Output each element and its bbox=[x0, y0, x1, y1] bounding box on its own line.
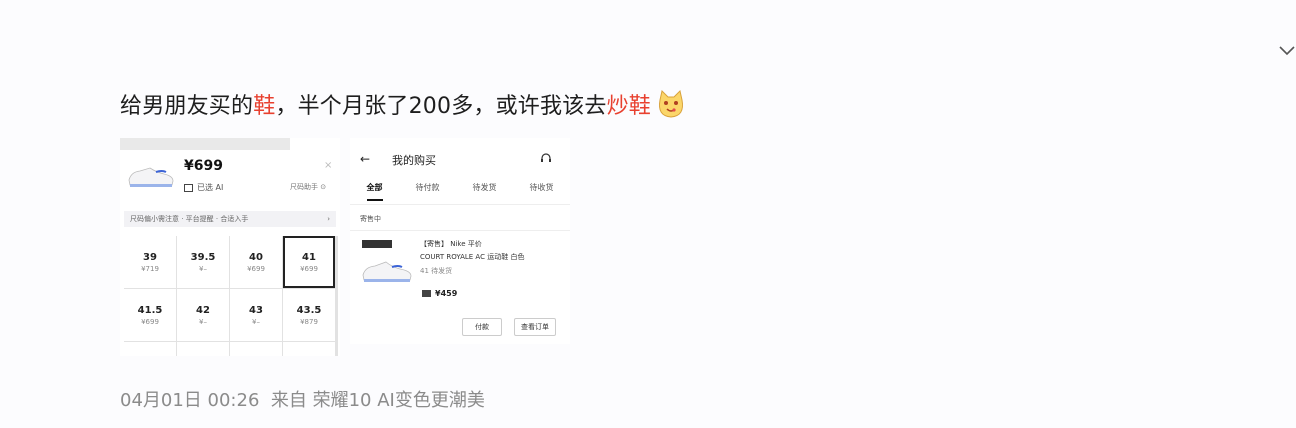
size-selector-screenshot[interactable]: ¥699 × 已选 AI 尺码助手 ⊙ 尺码偏小需注意 · 平台提醒 · 合适入… bbox=[120, 138, 340, 356]
size-icon bbox=[184, 183, 193, 192]
size-price: ¥– bbox=[252, 317, 260, 326]
divider bbox=[350, 230, 570, 231]
size-notice-text: 尺码偏小需注意 · 平台提醒 · 合适入手 bbox=[130, 215, 249, 223]
sneaker-thumbnail bbox=[128, 167, 174, 187]
size-price: ¥699 bbox=[247, 264, 265, 273]
product-price: ¥699 bbox=[184, 158, 223, 174]
size-value: 40 bbox=[249, 251, 263, 263]
my-purchases-screenshot[interactable]: ← 我的购买 全部 待付款 待发货 待收货 寄售中 【寄售】 Nike 平价 C… bbox=[350, 138, 570, 344]
headset-icon[interactable] bbox=[540, 152, 552, 164]
source-device[interactable]: 荣耀10 AI变色更潮美 bbox=[313, 390, 485, 411]
size-value: 41 bbox=[302, 251, 316, 263]
size-value: 39.5 bbox=[190, 251, 216, 263]
size-value: 42 bbox=[196, 304, 210, 316]
post-text-part-a: 给男朋友买的 bbox=[120, 94, 254, 119]
post-keyword-shoe[interactable]: 鞋 bbox=[253, 88, 275, 120]
post-timestamp: 04月01日 00:26 bbox=[120, 390, 260, 411]
post-keyword-sneaker-flip[interactable]: 炒鞋 bbox=[607, 88, 651, 120]
size-option[interactable]: 40 ¥699 bbox=[230, 236, 282, 288]
size-grid: 39 ¥719 39.5 ¥– 40 ¥699 41 ¥699 41.5 ¥699 42 ¥… bbox=[124, 236, 338, 356]
order-size-status: 41 待发货 bbox=[420, 267, 453, 275]
screenshot-top-bar bbox=[120, 138, 340, 150]
size-price: ¥– bbox=[199, 317, 207, 326]
order-tabs: 全部 待付款 待发货 待收货 bbox=[350, 182, 570, 201]
size-value: 43.5 bbox=[296, 304, 322, 316]
order-title-line2: COURT ROYALE AC 运动鞋 白色 bbox=[420, 253, 525, 261]
order-title-line1: 【寄售】 Nike 平价 bbox=[420, 240, 482, 248]
size-notice-bar[interactable]: 尺码偏小需注意 · 平台提醒 · 合适入手 › bbox=[124, 211, 336, 227]
size-option[interactable]: 41.5 ¥699 bbox=[124, 289, 176, 341]
size-value: 43 bbox=[249, 304, 263, 316]
selected-size-label: 已选 AI bbox=[184, 182, 223, 193]
size-option[interactable]: 43 ¥– bbox=[230, 289, 282, 341]
post-meta: 04月01日 00:26 来自 荣耀10 AI变色更潮美 bbox=[120, 386, 485, 412]
order-price-value: ¥459 bbox=[435, 289, 458, 298]
order-tag-badge bbox=[362, 240, 392, 248]
source-prefix: 来自 bbox=[270, 390, 307, 411]
pay-button[interactable]: 付款 bbox=[462, 318, 502, 336]
size-price: ¥719 bbox=[141, 264, 159, 273]
tab-pending-shipment[interactable]: 待发货 bbox=[473, 182, 497, 201]
size-option[interactable]: 43.5 ¥879 bbox=[283, 289, 335, 341]
page-title: 我的购买 bbox=[392, 154, 436, 167]
divider bbox=[350, 204, 570, 205]
size-option-partial bbox=[177, 342, 229, 356]
back-arrow-icon[interactable]: ← bbox=[360, 152, 370, 166]
size-option-partial bbox=[124, 342, 176, 356]
size-value: 41.5 bbox=[137, 304, 163, 316]
size-price: ¥699 bbox=[300, 264, 318, 273]
size-price: ¥699 bbox=[141, 317, 159, 326]
size-option-partial bbox=[230, 342, 282, 356]
close-icon[interactable]: × bbox=[324, 160, 332, 171]
order-product-title[interactable]: 【寄售】 Nike 平价 COURT ROYALE AC 运动鞋 白色 bbox=[420, 238, 565, 264]
post-text-part-b: ，半个月张了200多，或许我该去 bbox=[275, 94, 607, 119]
post-text: 给男朋友买的鞋，半个月张了200多，或许我该去 炒鞋 bbox=[120, 84, 687, 124]
cat-face-emoji-icon bbox=[659, 90, 683, 118]
size-option[interactable]: 39 ¥719 bbox=[124, 236, 176, 288]
size-option-partial bbox=[283, 342, 335, 356]
tab-pending-payment[interactable]: 待付款 bbox=[416, 182, 440, 201]
size-option[interactable]: 39.5 ¥– bbox=[177, 236, 229, 288]
size-price: ¥879 bbox=[300, 317, 318, 326]
price-icon bbox=[422, 290, 431, 297]
chevron-right-icon: › bbox=[327, 215, 330, 223]
size-value: 39 bbox=[143, 251, 157, 263]
chevron-down-icon[interactable] bbox=[1278, 42, 1296, 60]
view-order-button[interactable]: 查看订单 bbox=[514, 318, 556, 336]
size-option[interactable]: 42 ¥– bbox=[177, 289, 229, 341]
order-status-text: 寄售中 bbox=[360, 215, 381, 223]
size-helper-link[interactable]: 尺码助手 ⊙ bbox=[290, 182, 326, 192]
tab-all[interactable]: 全部 bbox=[366, 182, 383, 201]
size-option-selected[interactable]: 41 ¥699 bbox=[283, 236, 335, 288]
size-price: ¥– bbox=[199, 264, 207, 273]
tab-pending-receipt[interactable]: 待收货 bbox=[530, 182, 554, 201]
selected-size-text: 已选 AI bbox=[197, 183, 224, 192]
sneaker-thumbnail bbox=[362, 261, 412, 282]
order-price: ¥459 bbox=[422, 289, 457, 298]
